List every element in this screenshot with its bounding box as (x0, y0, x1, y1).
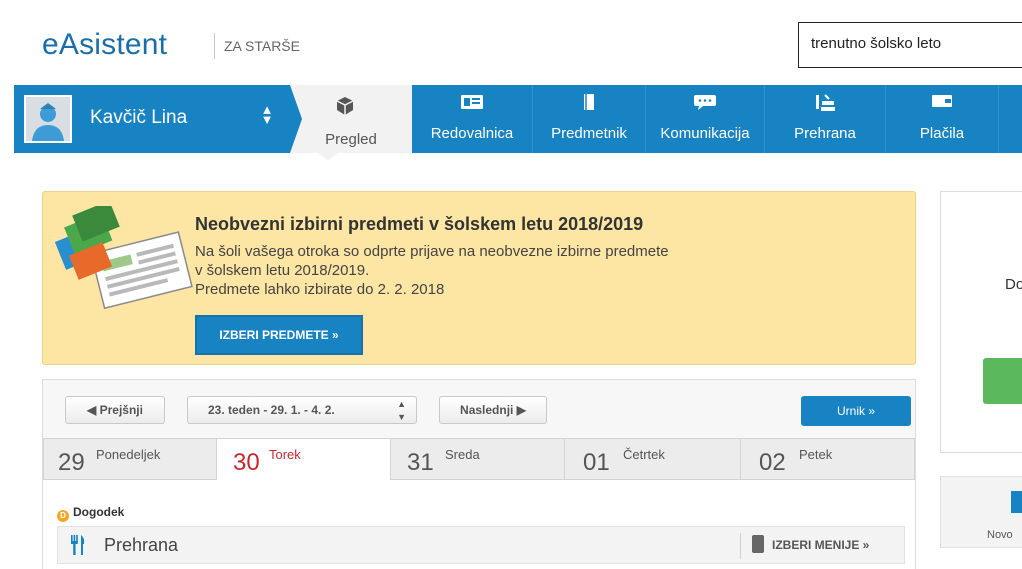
user-name: Kavčič Lina (90, 107, 188, 128)
nav-divider (998, 85, 999, 153)
meal-row: Prehrana IZBERI MENIJE » (57, 526, 905, 564)
day-name: Petek (799, 447, 833, 462)
day-tab-monday[interactable]: 29 Ponedeljek (43, 438, 217, 480)
day-name: Sreda (445, 447, 480, 462)
next-week-button[interactable]: Naslednji ▶ (439, 396, 547, 424)
logo-subtitle: ZA STARŠE (224, 38, 300, 54)
tab-placila-label: Plačila (919, 125, 965, 142)
day-number: 31 (407, 449, 434, 476)
menu-card-icon (752, 535, 764, 553)
tab-komunikacija-label: Komunikacija (660, 125, 750, 142)
tab-prehrana-label: Prehrana (794, 125, 856, 142)
notice-line: Na šoli vašega otroka so odprte prijave … (195, 243, 669, 260)
divider (740, 533, 741, 559)
up-down-arrows-icon: ▲ ▼ (397, 399, 406, 422)
week-select-label: 23. teden - 29. 1. - 4. 2. (208, 403, 335, 417)
day-tab-tuesday[interactable]: 30 Torek (217, 438, 391, 480)
tab-predmetnik[interactable]: Predmetnik (533, 85, 645, 153)
side-panel-text: Do (1005, 276, 1022, 293)
week-select[interactable]: 23. teden - 29. 1. - 4. 2. ▲ ▼ (187, 396, 417, 424)
day-name: Ponedeljek (96, 447, 161, 462)
day-tab-friday[interactable]: 02 Petek (741, 438, 915, 480)
new-item-icon (1011, 491, 1022, 513)
timetable-button[interactable]: Urnik » (801, 396, 911, 426)
tab-predmetnik-label: Predmetnik (551, 125, 627, 142)
tab-redovalnica-label: Redovalnica (430, 125, 514, 142)
school-year-select[interactable]: trenutno šolsko leto (798, 22, 1022, 68)
previous-week-button[interactable]: ◀ Prejšnji (65, 396, 165, 424)
tab-prehrana[interactable]: Prehrana (765, 85, 885, 153)
notice-line: v šolskem letu 2018/2019. (195, 262, 370, 279)
tab-redovalnica[interactable]: Redovalnica (412, 85, 532, 153)
active-tab-caret (318, 153, 338, 161)
day-tab-wednesday[interactable]: 31 Sreda (391, 438, 565, 480)
tab-komunikacija[interactable]: Komunikacija (646, 85, 764, 153)
tab-pregled-label: Pregled (325, 131, 377, 148)
header: eAsistent ZA STARŠE trenutno šolsko leto (0, 0, 1022, 84)
main-navbar: Kavčič Lina ▲ ▼ Pregled Redovalnica Predm… (14, 85, 1022, 153)
cube-icon (334, 95, 356, 122)
event-heading: D Dogodek (57, 505, 124, 522)
wallet-icon (886, 85, 998, 111)
notice-banner: Neobvezni izbirni predmeti v šolskem let… (42, 191, 916, 365)
user-switcher[interactable]: Kavčič Lina ▲ ▼ (14, 85, 290, 153)
logo[interactable]: eAsistent (42, 28, 167, 62)
side-panel-new-label: Novo (987, 529, 1013, 541)
event-heading-label: Dogodek (73, 505, 125, 519)
up-down-arrows-icon[interactable]: ▲ ▼ (260, 103, 274, 126)
day-tabs: 29 Ponedeljek 30 Torek 31 Sreda 01 Četrt… (43, 438, 915, 480)
tab-pregled[interactable]: Pregled (290, 85, 412, 153)
avatar (24, 95, 72, 143)
side-panel-green-button[interactable] (983, 358, 1022, 404)
calendar-toolbar: ◀ Prejšnji 23. teden - 29. 1. - 4. 2. ▲ ▼… (43, 380, 915, 438)
day-name: Četrtek (623, 447, 665, 462)
choose-subjects-button[interactable]: IZBERI PREDMETE » (195, 315, 363, 355)
grade-card-icon (412, 85, 532, 111)
book-icon (533, 85, 645, 111)
week-calendar: ◀ Prejšnji 23. teden - 29. 1. - 4. 2. ▲ ▼… (42, 379, 916, 569)
day-tab-thursday[interactable]: 01 Četrtek (565, 438, 741, 480)
day-name: Torek (269, 447, 301, 462)
day-number: 30 (233, 449, 260, 476)
notice-body: Na šoli vašega otroka so odprte prijave … (195, 242, 835, 299)
elective-subjects-illustration-icon (55, 206, 193, 310)
logo-divider (214, 33, 215, 59)
notice-title: Neobvezni izbirni predmeti v šolskem let… (195, 214, 644, 234)
choose-menus-button[interactable]: IZBERI MENIJE » (752, 535, 869, 559)
day-number: 02 (759, 449, 786, 476)
event-dot-icon: D (57, 510, 69, 522)
meal-label: Prehrana (104, 535, 179, 555)
choose-menus-label: IZBERI MENIJE » (772, 538, 870, 552)
cutlery-icon (71, 535, 85, 555)
day-number: 29 (58, 449, 85, 476)
notice-line: Predmete lahko izbirate do 2. 2. 2018 (195, 281, 445, 298)
student-avatar-icon (26, 97, 70, 141)
chat-icon (646, 85, 764, 111)
side-panel: Do (940, 191, 1022, 453)
tab-placila[interactable]: Plačila (886, 85, 998, 153)
day-number: 01 (583, 449, 610, 476)
food-icon (765, 85, 885, 111)
side-panel-new[interactable]: Novo (940, 476, 1022, 548)
